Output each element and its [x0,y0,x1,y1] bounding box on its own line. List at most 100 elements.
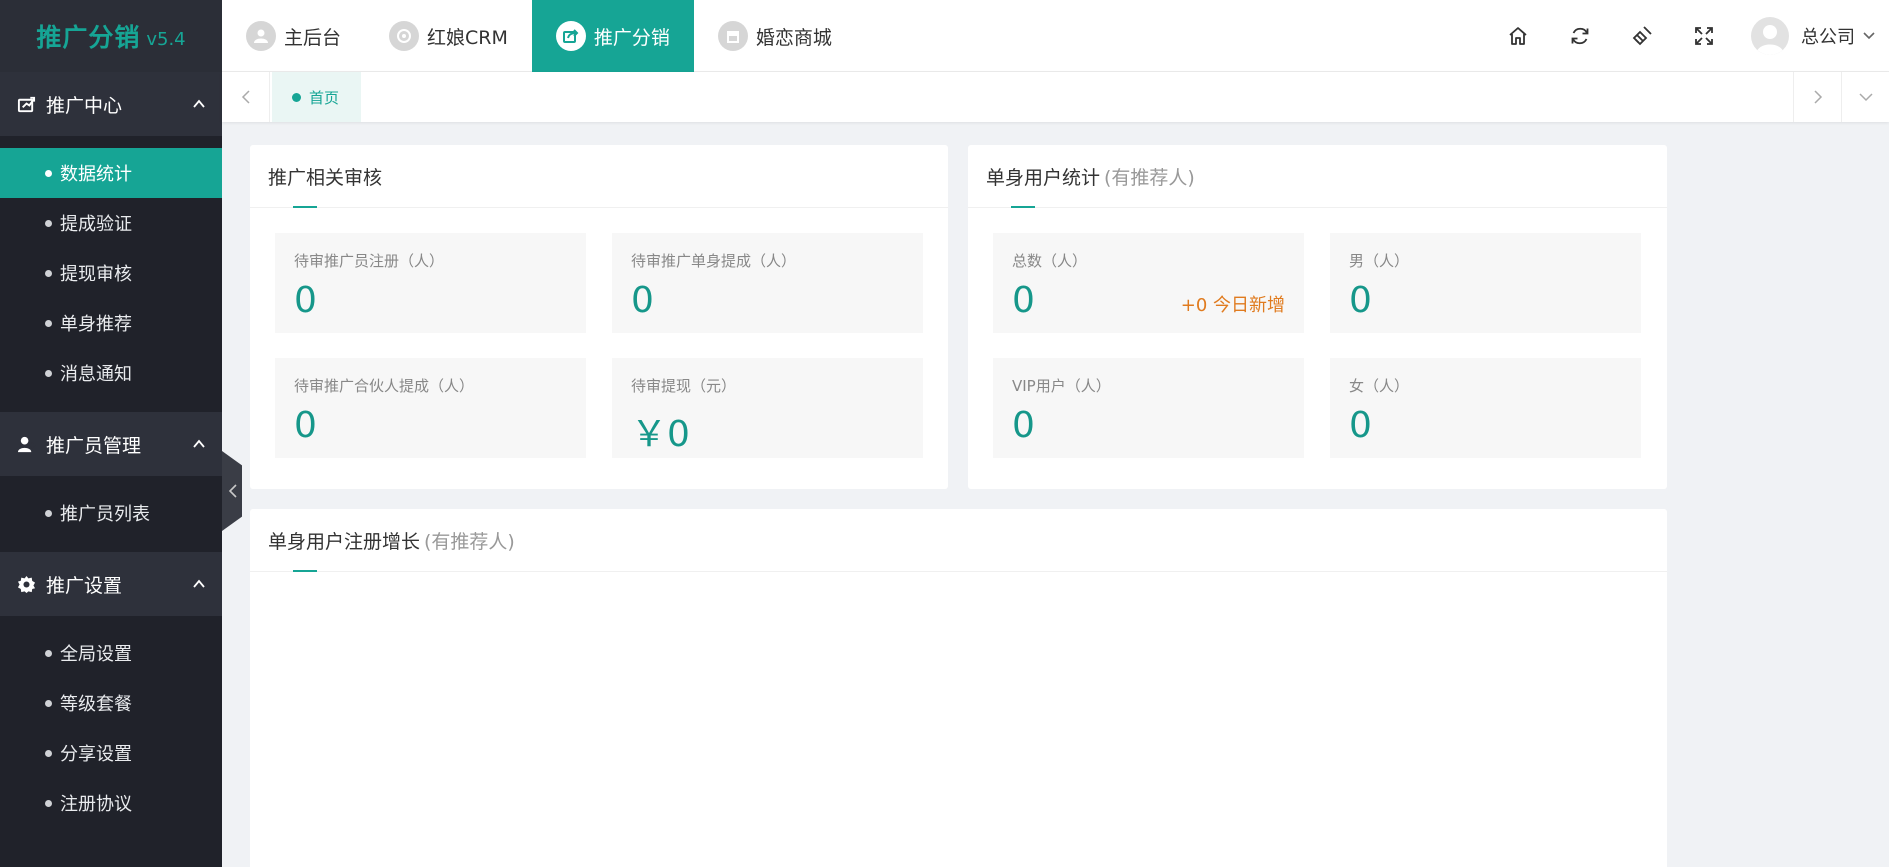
bullet-icon [45,799,52,807]
bullet-icon [45,219,52,227]
sidebar-item-withdraw-review[interactable]: 提现审核 [0,248,222,298]
tab-scroll-left[interactable] [222,72,270,122]
sidebar: 推广分销 v5.4 推广中心 数据统计 提成验证 提现审核 单身推荐 消息通知 … [0,0,222,867]
tab-scroll-right[interactable] [1793,72,1841,122]
stat-male-users[interactable]: 男（人） 0 [1330,233,1641,333]
topnav-matchmaker-crm[interactable]: 红娘CRM [365,0,532,72]
bullet-icon [45,749,52,757]
bullet-icon [45,509,52,517]
chevron-up-icon [193,439,205,448]
stat-pending-promoter-register[interactable]: 待审推广员注册（人） 0 [275,233,586,333]
topnav-marriage-mall[interactable]: 婚恋商城 [694,0,856,72]
tab-home[interactable]: 首页 [272,72,362,122]
topnav-main-admin[interactable]: 主后台 [222,0,365,72]
sidebar-group-items: 推广员列表 [0,476,222,552]
stat-value: 0 [1349,280,1372,321]
sidebar-item-level-packages[interactable]: 等级套餐 [0,678,222,728]
gear-icon [16,574,36,594]
chevron-left-icon [228,484,237,498]
user-manage-icon [16,434,36,454]
refresh-button[interactable] [1549,0,1611,72]
bullet-icon [45,649,52,657]
sidebar-group-label: 推广中心 [46,94,123,117]
sidebar-item-global-settings[interactable]: 全局设置 [0,628,222,678]
title-underline [293,570,317,572]
clear-cache-button[interactable] [1611,0,1673,72]
stat-pending-single-commission[interactable]: 待审推广单身提成（人） 0 [612,233,923,333]
topnav-label: 红娘CRM [427,26,508,49]
stat-value: 0 [1012,405,1035,446]
stat-label: VIP用户（人） [1012,377,1111,395]
bullet-icon [45,369,52,377]
sidebar-group-promo-center[interactable]: 推广中心 [0,72,222,136]
card-title: 推广相关审核 [268,166,383,189]
avatar [1751,17,1789,55]
sidebar-item-label: 单身推荐 [60,314,132,335]
growth-card: 单身用户注册增长 (有推荐人) [250,509,1667,867]
stat-label: 总数（人） [1012,252,1088,270]
stat-value: 0 [294,405,317,446]
stat-total-users[interactable]: 总数（人） 0 +0 今日新增 [993,233,1304,333]
sidebar-item-single-recommend[interactable]: 单身推荐 [0,298,222,348]
sidebar-item-data-stats[interactable]: 数据统计 [0,148,222,198]
sidebar-group-promo-settings[interactable]: 推广设置 [0,552,222,616]
sidebar-group-promoter-manage[interactable]: 推广员管理 [0,412,222,476]
stat-value: ￥0 [631,414,690,455]
crm-icon [389,21,420,51]
tab-bar: 首页 [222,72,1889,122]
fullscreen-button[interactable] [1673,0,1735,72]
stat-pending-withdrawal[interactable]: 待审提现（元） ￥0 [612,358,923,458]
logo[interactable]: 推广分销 v5.4 [0,0,222,72]
share-icon [555,21,586,51]
sidebar-item-label: 推广员列表 [60,504,150,525]
sidebar-item-label: 提现审核 [60,264,132,285]
today-new-badge: +0 今日新增 [1180,295,1285,316]
bullet-icon [45,319,52,327]
chevron-right-icon [1813,90,1822,104]
card-title: 单身用户注册增长 [268,530,421,553]
sidebar-item-label: 数据统计 [60,164,132,185]
stat-label: 待审推广员注册（人） [294,252,445,270]
toolbar: 总公司 [1487,0,1889,72]
sidebar-group-label: 推广员管理 [46,434,142,457]
stat-vip-users[interactable]: VIP用户（人） 0 [993,358,1304,458]
home-button[interactable] [1487,0,1549,72]
sidebar-item-commission-verify[interactable]: 提成验证 [0,198,222,248]
active-dot-icon [292,92,301,102]
top-bar: 主后台 红娘CRM 推广分销 婚恋商城 总公司 [222,0,1889,72]
tab-options-dropdown[interactable] [1841,72,1889,122]
stat-label: 待审推广合伙人提成（人） [294,377,475,395]
card-subtitle: (有推荐人) [424,530,515,553]
stat-label: 女（人） [1349,377,1410,395]
title-underline [1011,206,1035,208]
top-nav: 主后台 红娘CRM 推广分销 婚恋商城 [222,0,856,72]
logo-title: 推广分销 [36,23,141,52]
sidebar-collapse-handle[interactable] [222,451,242,531]
topnav-label: 婚恋商城 [755,26,832,49]
topnav-label: 主后台 [284,26,342,49]
bullet-icon [45,699,52,707]
sidebar-item-label: 注册协议 [60,794,132,815]
stat-female-users[interactable]: 女（人） 0 [1330,358,1641,458]
chevron-up-icon [193,99,205,108]
refresh-icon [1571,27,1589,45]
fullscreen-icon [1695,27,1713,45]
tab-label: 首页 [309,88,340,107]
topnav-promo-distribution[interactable]: 推广分销 [531,0,694,72]
growth-chart-area [250,572,1667,866]
stat-value: 0 [294,280,317,321]
stat-value: 0 [631,280,654,321]
review-card: 推广相关审核 待审推广员注册（人） 0 待审推广单身提成（人） 0 待审推广合伙… [250,145,948,489]
user-menu[interactable]: 总公司 [1735,0,1889,72]
stat-pending-partner-commission[interactable]: 待审推广合伙人提成（人） 0 [275,358,586,458]
stat-label: 男（人） [1349,252,1410,270]
sidebar-item-register-agreement[interactable]: 注册协议 [0,778,222,828]
card-header: 推广相关审核 [250,145,948,208]
sidebar-item-label: 等级套餐 [60,694,132,715]
sidebar-item-share-settings[interactable]: 分享设置 [0,728,222,778]
sidebar-item-promoter-list[interactable]: 推广员列表 [0,488,222,538]
sidebar-item-notifications[interactable]: 消息通知 [0,348,222,398]
stat-value: 0 [1012,280,1035,321]
chart-share-icon [16,94,36,114]
sidebar-group-items: 数据统计 提成验证 提现审核 单身推荐 消息通知 [0,136,222,412]
